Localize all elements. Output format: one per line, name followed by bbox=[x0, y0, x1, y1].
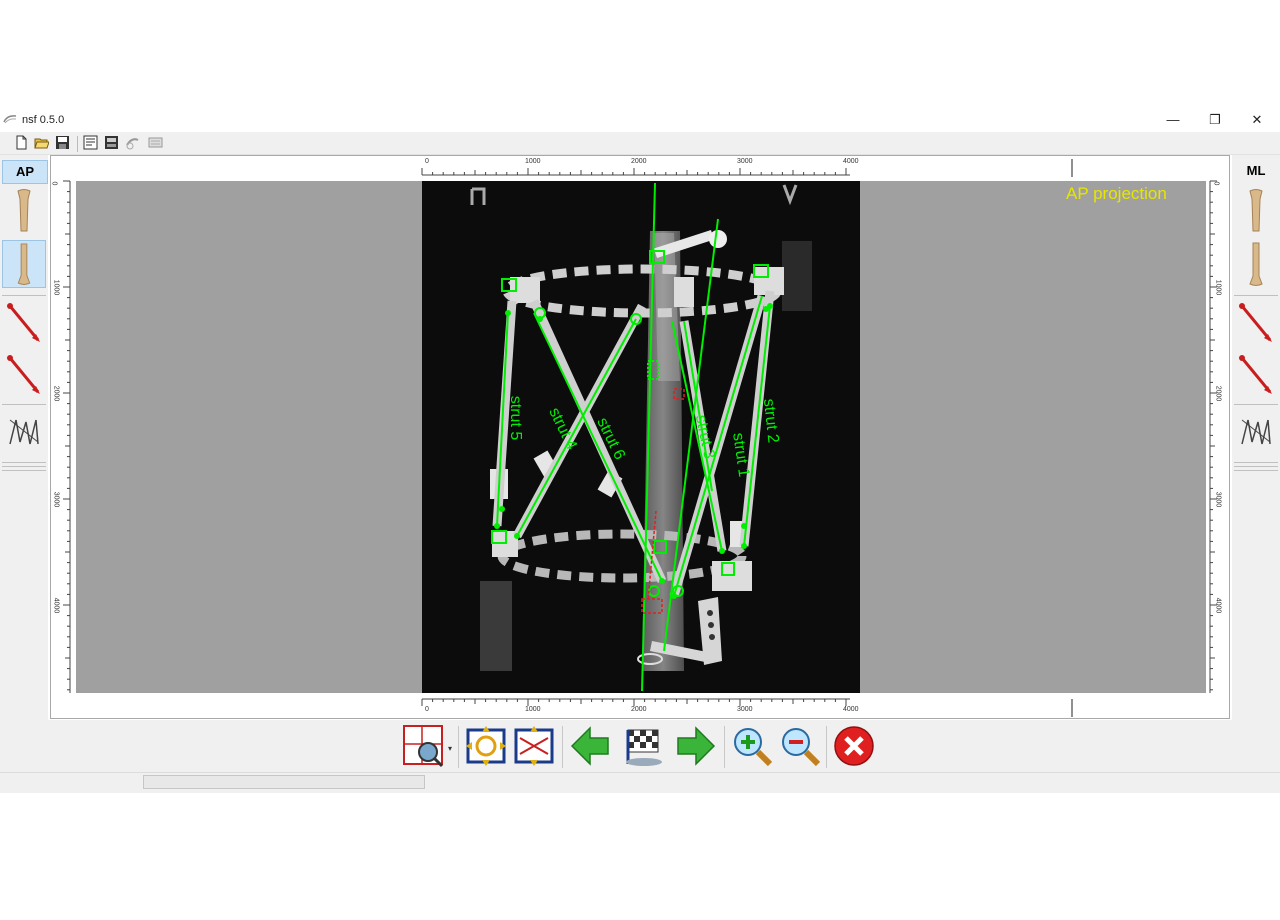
fit-ring-icon[interactable] bbox=[512, 724, 556, 768]
ruler-left-label: 2000 bbox=[52, 385, 60, 402]
toolbar-separator bbox=[724, 726, 725, 768]
ruler-top-label: 2000 bbox=[631, 158, 647, 165]
tab-ap[interactable]: AP bbox=[2, 160, 48, 184]
ruler-bottom-label: 0 bbox=[425, 706, 429, 713]
next-arrow-icon[interactable] bbox=[674, 724, 718, 768]
panel-divider bbox=[2, 295, 46, 296]
zoom-out-icon[interactable] bbox=[778, 724, 822, 768]
strut-5-label: strut 5 bbox=[507, 395, 525, 441]
ruler-top-label: 4000 bbox=[843, 158, 859, 165]
previous-arrow-icon[interactable] bbox=[568, 724, 612, 768]
panel-divider bbox=[2, 462, 46, 463]
close-window-button[interactable]: ✕ bbox=[1239, 110, 1275, 130]
export-icon[interactable] bbox=[125, 135, 140, 150]
ruler-left-label: 1000 bbox=[52, 279, 60, 296]
ruler-right-label: 1000 bbox=[1214, 279, 1222, 296]
dropdown-arrow-icon[interactable]: ▾ bbox=[448, 744, 452, 753]
tab-ml[interactable]: ML bbox=[1234, 160, 1278, 182]
panel-divider bbox=[1234, 295, 1278, 296]
select-region-icon[interactable] bbox=[402, 724, 446, 768]
reference-wire-2-icon[interactable] bbox=[2, 352, 46, 400]
xray-image[interactable] bbox=[422, 181, 860, 693]
bone-proximal-icon[interactable] bbox=[2, 187, 46, 235]
toolbar-separator bbox=[458, 726, 459, 768]
title-bar bbox=[0, 108, 1280, 132]
toolbar-separator bbox=[77, 136, 78, 152]
panel-divider bbox=[1234, 404, 1278, 405]
report-icon[interactable] bbox=[83, 135, 98, 150]
ruler-top-label: 1000 bbox=[525, 158, 541, 165]
horizontal-scrollbar[interactable] bbox=[143, 775, 425, 789]
ruler-bottom-label: 1000 bbox=[525, 706, 541, 713]
window-title: nsf 0.5.0 bbox=[22, 114, 65, 126]
ruler-right-label: 2000 bbox=[1214, 385, 1222, 402]
frame-struts-ml-icon[interactable] bbox=[1234, 408, 1278, 456]
new-file-icon[interactable] bbox=[14, 135, 29, 150]
panel-divider bbox=[1234, 462, 1278, 463]
save-icon[interactable] bbox=[55, 135, 70, 150]
panel-divider bbox=[2, 466, 46, 467]
panel-divider bbox=[1234, 466, 1278, 467]
bone-proximal-ml-icon[interactable] bbox=[1234, 187, 1278, 235]
ruler-right-label: 3000 bbox=[1214, 491, 1222, 508]
bone-distal-ml-icon[interactable] bbox=[1234, 240, 1278, 288]
ruler-bottom-label: 2000 bbox=[631, 706, 647, 713]
ruler-bottom-label: 4000 bbox=[843, 706, 859, 713]
ruler-left-label: 3000 bbox=[52, 491, 60, 508]
ruler-bottom-label: 3000 bbox=[737, 706, 753, 713]
ruler-top-label: 3000 bbox=[737, 158, 753, 165]
main-toolbar bbox=[0, 132, 1280, 155]
app-logo-icon bbox=[3, 115, 17, 124]
projection-label: AP projection bbox=[1066, 184, 1167, 203]
toolbar-separator bbox=[562, 726, 563, 768]
cancel-icon[interactable] bbox=[832, 724, 876, 768]
fit-frame-icon[interactable] bbox=[464, 724, 508, 768]
bone-distal-icon[interactable] bbox=[2, 240, 46, 288]
xray-render bbox=[470, 182, 812, 692]
ruler-left-label: 4000 bbox=[52, 597, 60, 614]
restore-button[interactable]: ❐ bbox=[1197, 110, 1233, 130]
reference-wire-ml-icon[interactable] bbox=[1234, 300, 1278, 348]
ruler-left-label: 0 bbox=[50, 181, 58, 186]
finish-flag-icon[interactable] bbox=[622, 724, 666, 768]
reference-wire-icon[interactable] bbox=[2, 300, 46, 348]
ruler-right-label: 0 bbox=[1212, 181, 1220, 186]
ruler-right-label: 4000 bbox=[1214, 597, 1222, 614]
open-folder-icon[interactable] bbox=[34, 135, 49, 150]
minimize-button[interactable]: — bbox=[1155, 110, 1191, 130]
settings-icon[interactable] bbox=[148, 135, 163, 150]
print-icon[interactable] bbox=[104, 135, 119, 150]
panel-divider bbox=[1234, 470, 1278, 471]
panel-divider bbox=[2, 470, 46, 471]
panel-divider bbox=[2, 404, 46, 405]
zoom-in-icon[interactable] bbox=[730, 724, 774, 768]
reference-wire-ml-2-icon[interactable] bbox=[1234, 352, 1278, 400]
ruler-top-label: 0 bbox=[425, 158, 429, 165]
frame-struts-icon[interactable] bbox=[2, 408, 46, 456]
toolbar-separator bbox=[826, 726, 827, 768]
